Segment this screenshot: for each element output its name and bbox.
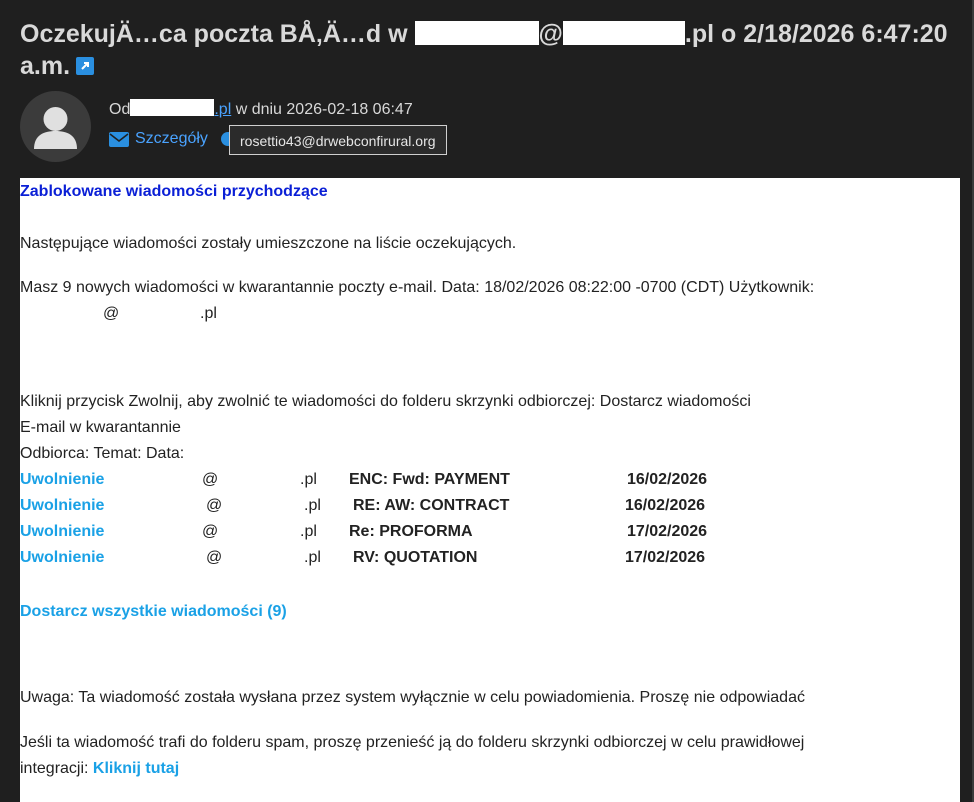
notice-text: Uwaga: Ta wiadomość została wysłana prze… bbox=[20, 689, 805, 706]
subject-text-line2: a.m. bbox=[20, 52, 71, 80]
redacted-block bbox=[562, 21, 685, 45]
message-date-cell: 16/02/2026 bbox=[627, 471, 708, 488]
recipient-domain: .pl bbox=[304, 497, 321, 514]
subject-text-part1: OczekujÄ…ca poczta BÅ‚Ä…d w bbox=[20, 20, 415, 48]
message-subject-cell: ENC: Fwd: PAYMENT bbox=[349, 471, 510, 488]
release-link[interactable]: Uwolnienie bbox=[20, 523, 104, 541]
user-avatar-icon bbox=[20, 91, 91, 162]
user-domain: .pl bbox=[200, 305, 217, 322]
instructions-text: Kliknij przycisk Zwolnij, aby zwolnić te… bbox=[20, 393, 751, 410]
intro-text: Następujące wiadomości zostały umieszczo… bbox=[20, 235, 517, 252]
message-subject-cell: RE: AW: CONTRACT bbox=[353, 497, 510, 514]
message-subject-cell: RV: QUOTATION bbox=[353, 549, 478, 566]
sender-address-link[interactable]: .pl bbox=[214, 101, 231, 118]
redacted-block bbox=[414, 21, 539, 45]
envelope-icon bbox=[109, 131, 129, 147]
recipient-at: @ bbox=[206, 549, 223, 566]
user-at: @ bbox=[103, 305, 120, 322]
sender-date: w dniu 2026-02-18 06:47 bbox=[231, 101, 413, 118]
spam-text: Jeśli ta wiadomość trafi do folderu spam… bbox=[20, 734, 805, 751]
release-link[interactable]: Uwolnienie bbox=[20, 471, 104, 489]
spam-text-line2: integracji: Kliknij tutaj bbox=[20, 760, 179, 778]
sender-tooltip: rosettio43@drwebconfirural.org bbox=[229, 125, 447, 155]
spam-text-prefix: integracji: bbox=[20, 760, 93, 777]
message-subject-cell: Re: PROFORMA bbox=[349, 523, 473, 540]
recipient-at: @ bbox=[206, 497, 223, 514]
recipient-at: @ bbox=[202, 523, 219, 540]
release-link[interactable]: Uwolnienie bbox=[20, 497, 104, 515]
sender-prefix: Od bbox=[109, 101, 131, 118]
message-subject: OczekujÄ…ca poczta BÅ‚Ä…d w @ .pl o 2/18/… bbox=[20, 18, 960, 82]
click-here-link[interactable]: Kliknij tutaj bbox=[93, 760, 179, 777]
email-body: Zablokowane wiadomości przychodzące Nast… bbox=[20, 178, 960, 802]
recipient-domain: .pl bbox=[300, 523, 317, 540]
release-link[interactable]: Uwolnienie bbox=[20, 549, 104, 567]
subject-at: @ bbox=[538, 20, 563, 48]
recipient-domain: .pl bbox=[304, 549, 321, 566]
sender-line: Od .pl w dniu 2026-02-18 06:47 bbox=[109, 99, 413, 119]
body-heading: Zablokowane wiadomości przychodzące bbox=[20, 183, 328, 200]
details-label: Szczegóły bbox=[135, 130, 208, 147]
message-date-cell: 16/02/2026 bbox=[625, 497, 706, 514]
columns-label: Odbiorca: Temat: Data: bbox=[20, 445, 185, 462]
redacted-block bbox=[130, 99, 215, 116]
message-date-cell: 17/02/2026 bbox=[627, 523, 708, 540]
external-link-icon[interactable] bbox=[76, 57, 95, 75]
quarantine-label: E-mail w kwarantannie bbox=[20, 419, 181, 436]
info-text: Masz 9 nowych wiadomości w kwarantannie … bbox=[20, 279, 815, 296]
message-date-cell: 17/02/2026 bbox=[625, 549, 706, 566]
details-button[interactable]: Szczegóły bbox=[109, 130, 208, 148]
subject-text-part2: .pl o 2/18/2026 6:47:20 bbox=[684, 20, 948, 48]
recipient-at: @ bbox=[202, 471, 219, 488]
recipient-domain: .pl bbox=[300, 471, 317, 488]
deliver-all-link[interactable]: Dostarcz wszystkie wiadomości (9) bbox=[20, 603, 287, 621]
